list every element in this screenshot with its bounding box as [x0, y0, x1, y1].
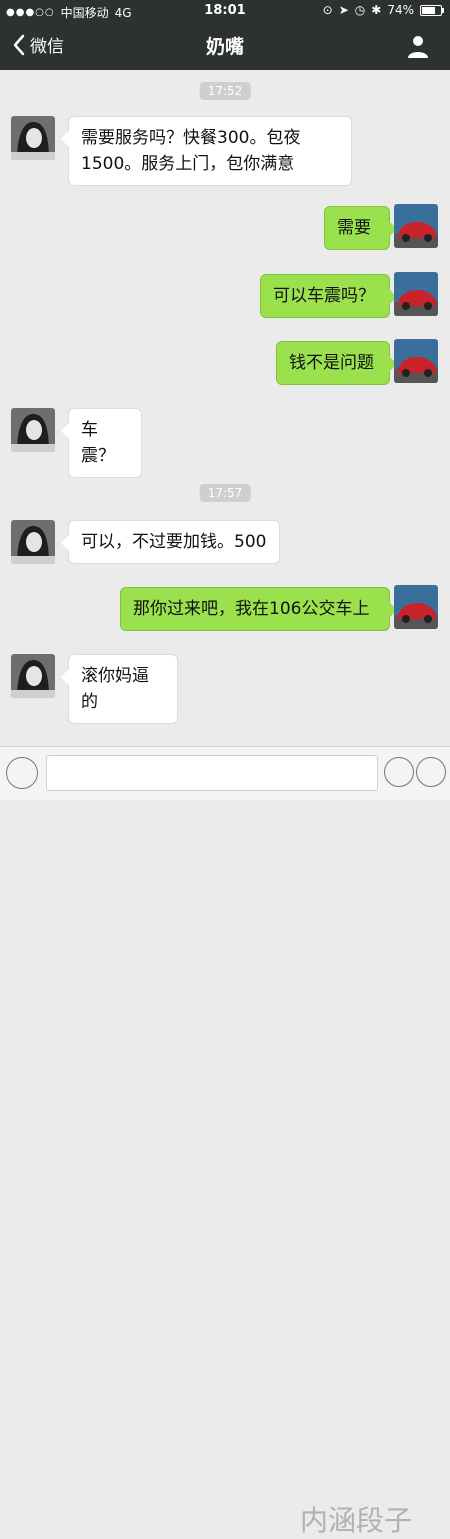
- outgoing-message[interactable]: 那你过来吧，我在106公交车上: [120, 587, 397, 631]
- voice-button[interactable]: [6, 757, 38, 789]
- incoming-message[interactable]: 车震？: [61, 408, 142, 478]
- bluetooth-icon: ✱: [371, 3, 382, 17]
- my-avatar[interactable]: [394, 272, 438, 316]
- incoming-message[interactable]: 需要服务吗？快餐300。包夜1500。服务上门，包你满意: [61, 116, 352, 186]
- person-photo-icon: [11, 116, 55, 160]
- emoji-button[interactable]: [384, 757, 414, 787]
- car-photo-icon: [394, 339, 438, 383]
- more-button[interactable]: [416, 757, 446, 787]
- page-title: 奶嘴: [205, 36, 244, 58]
- incoming-message[interactable]: 滚你妈逼的: [61, 654, 178, 724]
- outgoing-message[interactable]: 需要: [324, 206, 397, 250]
- my-avatar[interactable]: [394, 339, 438, 383]
- chat-timestamp: 17:57: [199, 484, 251, 502]
- outgoing-message[interactable]: 钱不是问题: [276, 341, 397, 385]
- battery-percent: 74%: [387, 3, 414, 17]
- location-icon: ➤: [338, 3, 349, 17]
- status-right: ⊙ ➤ ◷ ✱ 74%: [322, 3, 444, 17]
- contact-avatar[interactable]: [11, 520, 55, 564]
- outgoing-message[interactable]: 可以车震吗？: [260, 274, 397, 318]
- car-photo-icon: [394, 585, 438, 629]
- nav-bar: ●●●○○ 中国移动 4G 18:01 ⊙ ➤ ◷ ✱ 74% 微信 奶嘴: [0, 0, 450, 70]
- timestamp-text: 17:52: [207, 84, 243, 98]
- battery-icon: [420, 4, 444, 16]
- my-avatar[interactable]: [394, 585, 438, 629]
- alarm-icon: ◷: [354, 3, 366, 17]
- chat-timestamp: 17:52: [199, 82, 251, 100]
- profile-icon[interactable]: [406, 34, 430, 58]
- car-photo-icon: [394, 272, 438, 316]
- input-bar: 内涵段子: [0, 746, 450, 1537]
- contact-avatar[interactable]: [11, 654, 55, 698]
- contact-avatar[interactable]: [11, 408, 55, 452]
- status-bar: ●●●○○ 中国移动 4G 18:01 ⊙ ➤ ◷ ✱ 74%: [0, 0, 450, 22]
- rotation-lock-icon: ⊙: [322, 3, 333, 17]
- person-photo-icon: [11, 654, 55, 698]
- timestamp-text: 17:57: [207, 486, 243, 500]
- my-avatar[interactable]: [394, 204, 438, 248]
- watermark-label: 内涵段子: [300, 1504, 413, 1537]
- car-photo-icon: [394, 204, 438, 248]
- person-photo-icon: [11, 520, 55, 564]
- person-photo-icon: [11, 408, 55, 452]
- contact-avatar[interactable]: [11, 116, 55, 160]
- message-input[interactable]: [46, 755, 378, 791]
- title-bar: 微信 奶嘴: [0, 24, 450, 68]
- incoming-message[interactable]: 可以，不过要加钱。500: [61, 520, 280, 564]
